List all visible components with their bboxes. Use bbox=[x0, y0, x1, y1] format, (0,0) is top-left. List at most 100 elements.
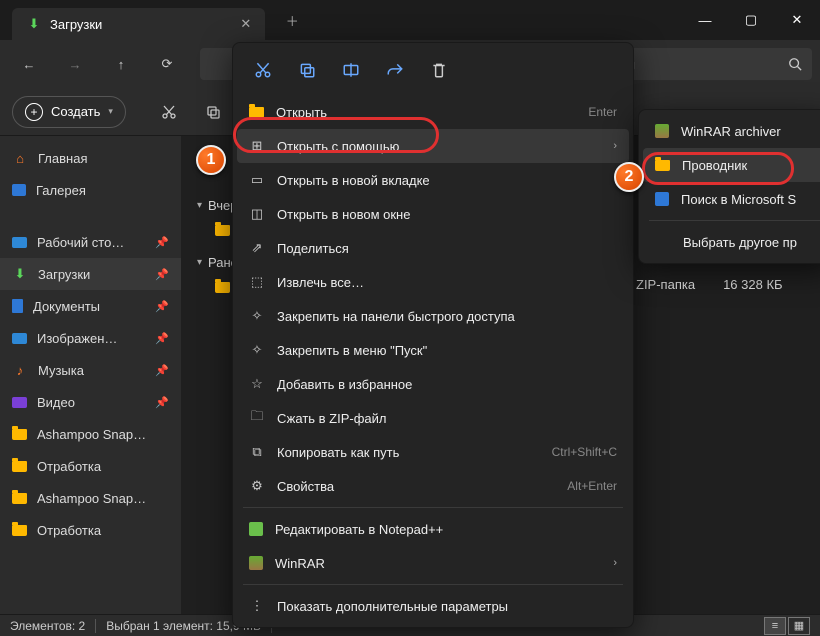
context-menu: Открыть Enter ⊞ Открыть с помощью › ▭ Открыт… bbox=[232, 42, 634, 628]
notepad-icon bbox=[249, 522, 263, 536]
ctx-pin-start[interactable]: ✧Закрепить в меню "Пуск" bbox=[237, 333, 629, 367]
document-icon bbox=[12, 299, 23, 313]
minimize-button[interactable]: — bbox=[682, 0, 728, 40]
ctx-label: Сжать в ZIP-файл bbox=[277, 411, 387, 426]
ctx-pin-quick[interactable]: ✧ Закрепить на панели быстрого доступа bbox=[237, 299, 629, 333]
pin-icon: 📌 bbox=[155, 300, 169, 313]
apps-icon: ⊞ bbox=[249, 138, 265, 154]
copy-button[interactable] bbox=[287, 53, 327, 87]
ctx-label: Свойства bbox=[277, 479, 334, 494]
sub-winrar[interactable]: WinRAR archiver bbox=[643, 114, 820, 148]
ctx-label: Открыть в новом окне bbox=[277, 207, 410, 222]
window-tab[interactable]: ⬇ Загрузки ✕ bbox=[12, 8, 265, 40]
tab-icon: ▭ bbox=[249, 172, 265, 188]
details-view-button[interactable]: ≡ bbox=[764, 617, 786, 635]
sidebar-pictures[interactable]: Изображен…📌 bbox=[0, 322, 181, 354]
shortcut: Enter bbox=[588, 105, 617, 119]
star-icon: ☆ bbox=[249, 376, 265, 392]
maximize-button[interactable]: ▢ bbox=[728, 0, 774, 40]
pin-icon: ✧ bbox=[249, 308, 265, 324]
ctx-copy-path[interactable]: ⧉Копировать как путьCtrl+Shift+C bbox=[237, 435, 629, 469]
sub-store[interactable]: Поиск в Microsoft S bbox=[643, 182, 820, 216]
file-columns: ZIP-папка 16 328 КБ bbox=[636, 277, 783, 292]
share-button[interactable] bbox=[375, 53, 415, 87]
sidebar-gallery[interactable]: Галерея bbox=[0, 174, 181, 206]
sidebar-desktop[interactable]: Рабочий сто…📌 bbox=[0, 226, 181, 258]
ctx-label: Закрепить на панели быстрого доступа bbox=[277, 309, 515, 324]
ctx-open[interactable]: Открыть Enter bbox=[237, 95, 629, 129]
delete-button[interactable] bbox=[419, 53, 459, 87]
create-label: Создать bbox=[51, 104, 100, 119]
pictures-icon bbox=[12, 333, 27, 344]
sidebar-label: Главная bbox=[38, 151, 87, 166]
ctx-extract[interactable]: ⬚Извлечь все… bbox=[237, 265, 629, 299]
sidebar-downloads[interactable]: ⬇ Загрузки 📌 bbox=[0, 258, 181, 290]
sub-label: Выбрать другое пр bbox=[683, 235, 797, 250]
ctx-label: Открыть в новой вкладке bbox=[277, 173, 430, 188]
ctx-favorite[interactable]: ☆Добавить в избранное bbox=[237, 367, 629, 401]
ctx-notepad[interactable]: Редактировать в Notepad++ bbox=[237, 512, 629, 546]
icons-view-button[interactable]: ▦ bbox=[788, 617, 810, 635]
sidebar-videos[interactable]: Видео📌 bbox=[0, 386, 181, 418]
folder-icon bbox=[12, 461, 27, 472]
copy-button[interactable] bbox=[194, 94, 232, 130]
refresh-button[interactable]: ⟳ bbox=[146, 46, 188, 82]
forward-button[interactable]: → bbox=[54, 46, 96, 82]
ctx-new-tab[interactable]: ▭ Открыть в новой вкладке bbox=[237, 163, 629, 197]
ctx-new-window[interactable]: ◫ Открыть в новом окне bbox=[237, 197, 629, 231]
sidebar-folder[interactable]: Отработка bbox=[0, 514, 181, 546]
cut-button[interactable] bbox=[150, 94, 188, 130]
ctx-share[interactable]: ⇗Поделиться bbox=[237, 231, 629, 265]
ctx-more[interactable]: ⋮Показать дополнительные параметры bbox=[237, 589, 629, 623]
badge-1: 1 bbox=[196, 145, 226, 175]
home-icon: ⌂ bbox=[12, 150, 28, 166]
pin-icon: 📌 bbox=[155, 364, 169, 377]
sidebar-home[interactable]: ⌂ Главная bbox=[0, 142, 181, 174]
ctx-label: Закрепить в меню "Пуск" bbox=[277, 343, 427, 358]
ctx-label: Открыть с помощью bbox=[277, 139, 399, 154]
sidebar-documents[interactable]: Документы📌 bbox=[0, 290, 181, 322]
sidebar-folder[interactable]: Отработка bbox=[0, 450, 181, 482]
sidebar-folder[interactable]: Ashampoo Snap… bbox=[0, 418, 181, 450]
back-button[interactable]: ← bbox=[8, 46, 50, 82]
folder-icon bbox=[249, 107, 264, 118]
ctx-label: Открыть bbox=[276, 105, 327, 120]
chevron-down-icon: ▾ bbox=[108, 106, 113, 117]
desktop-icon bbox=[12, 237, 27, 248]
shortcut: Ctrl+Shift+C bbox=[552, 445, 617, 459]
cut-button[interactable] bbox=[243, 53, 283, 87]
winrar-icon bbox=[249, 556, 263, 570]
tab-close-icon[interactable]: ✕ bbox=[240, 16, 251, 32]
sidebar-label: Галерея bbox=[36, 183, 86, 198]
up-button[interactable]: ↑ bbox=[100, 46, 142, 82]
sidebar-folder[interactable]: Ashampoo Snap… bbox=[0, 482, 181, 514]
sub-other[interactable]: Выбрать другое пр bbox=[643, 225, 820, 259]
ctx-properties[interactable]: ⚙СвойстваAlt+Enter bbox=[237, 469, 629, 503]
store-icon bbox=[655, 192, 669, 206]
sidebar-music[interactable]: ♪Музыка📌 bbox=[0, 354, 181, 386]
zip-icon bbox=[215, 282, 230, 293]
search-box[interactable]: ки bbox=[612, 48, 812, 80]
sub-explorer[interactable]: Проводник bbox=[643, 148, 820, 182]
ctx-open-with[interactable]: ⊞Открыть с помощью› bbox=[237, 129, 629, 163]
ctx-label: Копировать как путь bbox=[277, 445, 399, 460]
context-top-actions bbox=[237, 47, 629, 95]
separator bbox=[95, 619, 96, 633]
sidebar-label: Отработка bbox=[37, 459, 101, 474]
pin-icon: 📌 bbox=[155, 268, 169, 281]
sidebar-label: Загрузки bbox=[38, 267, 90, 282]
rename-button[interactable] bbox=[331, 53, 371, 87]
window-icon: ◫ bbox=[249, 206, 265, 222]
ctx-zip[interactable]: 🗀Сжать в ZIP-файл bbox=[237, 401, 629, 435]
sidebar-label: Отработка bbox=[37, 523, 101, 538]
new-tab-button[interactable]: ＋ bbox=[271, 2, 313, 38]
create-button[interactable]: + Создать ▾ bbox=[12, 96, 126, 128]
chevron-right-icon: › bbox=[613, 557, 617, 569]
download-icon: ⬇ bbox=[12, 266, 28, 282]
gallery-icon bbox=[12, 184, 26, 196]
ctx-winrar[interactable]: WinRAR› bbox=[237, 546, 629, 580]
tab-title: Загрузки bbox=[50, 17, 102, 32]
ctx-label: Извлечь все… bbox=[277, 275, 364, 290]
ctx-label: Редактировать в Notepad++ bbox=[275, 522, 443, 537]
close-button[interactable]: ✕ bbox=[774, 0, 820, 40]
